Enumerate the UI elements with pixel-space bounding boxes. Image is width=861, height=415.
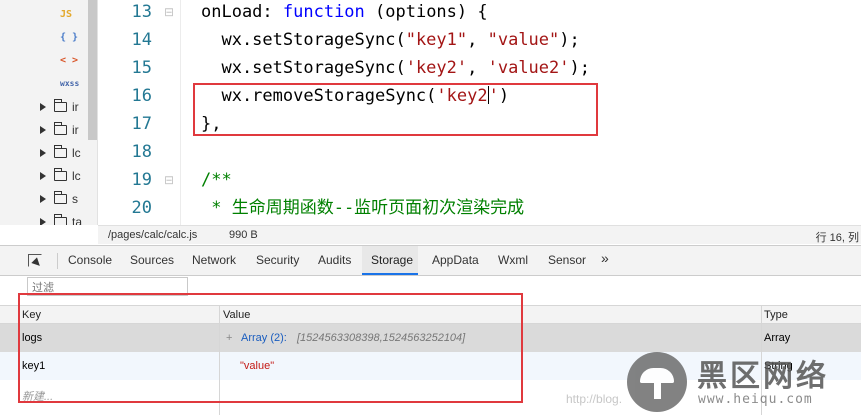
tab-security[interactable]: Security (256, 253, 299, 267)
file-tree: JS { } < > wxss ir ir lc lc s ta tc (0, 0, 98, 225)
code-token: * 生命周期函数--监听页面初次渲染完成 (201, 198, 525, 218)
code-token: "value" (487, 30, 560, 50)
code-token: (options) { (364, 2, 488, 22)
code-token: ); (559, 30, 580, 50)
code-token: , (467, 58, 488, 78)
wxss-file-icon[interactable]: wxss (60, 79, 79, 88)
tab-console[interactable]: Console (68, 253, 112, 267)
chevron-right-icon (40, 103, 46, 111)
code-token: onLoad: (201, 2, 283, 22)
code-token: "key1" (405, 30, 468, 50)
code-token: 'key2' (405, 58, 468, 78)
code-token: wx.setStorageSync( (201, 58, 406, 78)
folder-icon (54, 145, 67, 158)
file-path: /pages/calc/calc.js (108, 229, 198, 241)
folder-item[interactable]: lc (40, 145, 81, 160)
folder-item[interactable]: ta (40, 214, 82, 225)
cursor-position: 行 16, 列 (815, 232, 859, 244)
code-line[interactable]: * 生命周期函数--监听页面初次渲染完成 (201, 194, 524, 222)
folder-item[interactable]: ir (40, 99, 79, 114)
code-token: ); (569, 58, 590, 78)
active-tab-indicator (362, 273, 418, 275)
toolbar-divider (57, 253, 58, 269)
folder-item[interactable]: s (40, 191, 78, 206)
folder-icon (54, 214, 67, 225)
folder-icon (54, 99, 67, 112)
tab-appdata[interactable]: AppData (432, 253, 479, 267)
tab-wxml[interactable]: Wxml (498, 253, 528, 267)
inspect-element-icon[interactable] (28, 254, 42, 267)
line-number: 20 (131, 198, 152, 218)
watermark-blog-url: http://blog. (566, 392, 623, 406)
fold-icon[interactable]: ⊟ (164, 166, 174, 194)
wxml-file-icon[interactable]: < > (60, 55, 78, 66)
code-token: /** (201, 170, 232, 190)
chevron-right-icon (40, 126, 46, 134)
devtools-toolbar: Console Sources Network Security Audits … (0, 245, 861, 276)
line-number: 15 (131, 58, 152, 78)
annotation-box-table (18, 293, 523, 403)
chevron-right-icon (40, 195, 46, 203)
code-token: wx.setStorageSync( (201, 30, 406, 50)
line-number: 16 (131, 86, 152, 106)
line-number: 17 (131, 114, 152, 134)
line-gutter: 13 14 15 16 17 18 19 20 ⊟ ⊟ (98, 0, 180, 225)
tab-storage[interactable]: Storage (371, 253, 413, 267)
tab-audits[interactable]: Audits (318, 253, 351, 267)
json-file-icon[interactable]: { } (60, 32, 78, 43)
folder-icon (54, 122, 67, 135)
watermark-brand: 黑区网络 (697, 359, 829, 394)
more-tabs-button[interactable]: » (601, 250, 609, 266)
folder-icon (54, 191, 67, 204)
editor-status-bar: /pages/calc/calc.js 990 B 行 16, 列 (98, 225, 861, 244)
js-file-icon[interactable]: JS (60, 9, 72, 20)
fold-icon[interactable]: ⊟ (164, 0, 174, 26)
code-line[interactable]: wx.setStorageSync('key2', 'value2'); (201, 54, 590, 82)
line-number: 19 (131, 170, 152, 190)
chevron-right-icon (40, 172, 46, 180)
watermark-url: www.heiqu.com (698, 392, 813, 407)
mushroom-logo-icon (627, 352, 687, 412)
code-line[interactable]: /** (201, 166, 232, 194)
code-token: function (282, 2, 365, 22)
folder-item[interactable]: ir (40, 122, 79, 137)
line-number: 14 (131, 30, 152, 50)
tree-scrollbar[interactable] (88, 0, 97, 140)
chevron-right-icon (40, 149, 46, 157)
file-size: 990 B (229, 229, 258, 241)
row-type: Array (764, 332, 791, 344)
code-token: 'value2' (487, 58, 570, 78)
annotation-box-code (193, 83, 598, 136)
code-line[interactable]: wx.setStorageSync("key1", "value"); (201, 26, 580, 54)
line-number: 18 (131, 142, 152, 162)
tab-sensor[interactable]: Sensor (548, 253, 586, 267)
chevron-right-icon (40, 218, 46, 225)
folder-item[interactable]: lc (40, 168, 81, 183)
indent-guide (180, 0, 181, 225)
tab-network[interactable]: Network (192, 253, 236, 267)
tab-sources[interactable]: Sources (130, 253, 174, 267)
code-line[interactable]: onLoad: function (options) { (201, 0, 488, 26)
folder-icon (54, 168, 67, 181)
line-number: 13 (131, 2, 152, 22)
column-type[interactable]: Type (764, 309, 788, 321)
code-token: , (467, 30, 488, 50)
